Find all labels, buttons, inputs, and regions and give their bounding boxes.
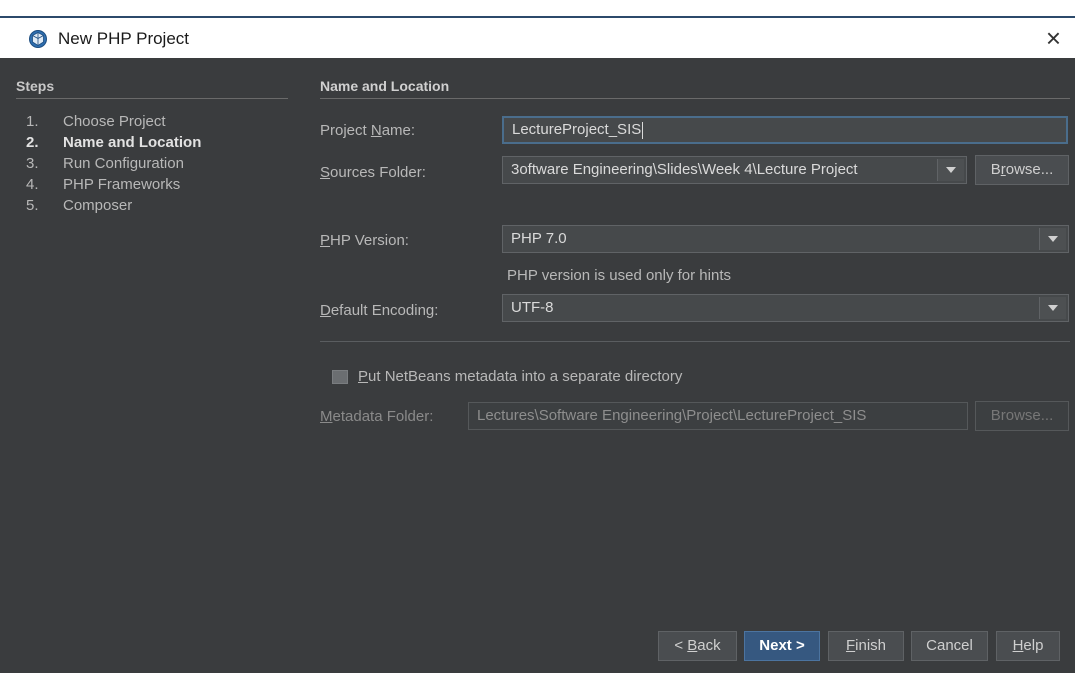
metadata-checkbox[interactable] [332, 370, 348, 384]
metadata-checkbox-label[interactable]: Put NetBeans metadata into a separate di… [358, 368, 682, 385]
help-button[interactable]: Help [996, 631, 1060, 661]
php-version-select[interactable]: PHP 7.0 [502, 225, 1069, 253]
step-item: 3. Run Configuration [26, 155, 184, 172]
cancel-button[interactable]: Cancel [911, 631, 988, 661]
steps-panel: Steps 1. Choose Project 2. Name and Locati… [16, 78, 288, 216]
sources-folder-combo[interactable]: 3oftware Engineering\Slides\Week 4\Lectu… [502, 156, 967, 184]
steps-title: Steps [16, 78, 288, 99]
metadata-folder-input[interactable]: Lectures\Software Engineering\Project\Le… [468, 402, 968, 430]
browse-sources-button[interactable]: Browse... [975, 155, 1069, 185]
steps-list: 1. Choose Project 2. Name and Location 3. R… [16, 111, 288, 216]
background-window-strip [0, 0, 1075, 22]
php-version-label: PHP Version: [320, 232, 409, 249]
step-item-current: 2. Name and Location [26, 134, 202, 151]
background-divider [0, 16, 1075, 18]
wizard-dialog: Steps 1. Choose Project 2. Name and Locati… [0, 58, 1075, 673]
metadata-folder-label: Metadata Folder: [320, 408, 434, 425]
close-icon[interactable]: × [1046, 24, 1061, 52]
chevron-down-icon[interactable] [1039, 297, 1066, 319]
text-caret [642, 121, 644, 139]
sources-folder-label: Sources Folder: [320, 164, 426, 181]
step-item: 5. Composer [26, 197, 133, 214]
project-name-label: Project Name: [320, 122, 416, 139]
finish-button[interactable]: Finish [828, 631, 904, 661]
title-bar: New PHP Project × [0, 22, 1075, 58]
project-name-input[interactable]: LectureProject_SIS [502, 116, 1068, 144]
step-item: 4. PHP Frameworks [26, 176, 181, 193]
chevron-down-icon[interactable] [1039, 228, 1066, 250]
window-title: New PHP Project [58, 29, 190, 48]
default-encoding-select[interactable]: UTF-8 [502, 294, 1069, 322]
section-title: Name and Location [320, 78, 1070, 99]
chevron-down-icon[interactable] [937, 159, 964, 181]
default-encoding-label: Default Encoding: [320, 302, 439, 319]
step-item: 1. Choose Project [26, 113, 166, 130]
php-version-hint: PHP version is used only for hints [507, 267, 731, 284]
browse-metadata-button[interactable]: Browse... [975, 401, 1069, 431]
next-button[interactable]: Next > [744, 631, 820, 661]
back-button[interactable]: < Back [658, 631, 737, 661]
form-separator [320, 341, 1070, 342]
name-location-panel: Name and Location [320, 78, 1070, 99]
project-cube-icon [29, 30, 47, 48]
